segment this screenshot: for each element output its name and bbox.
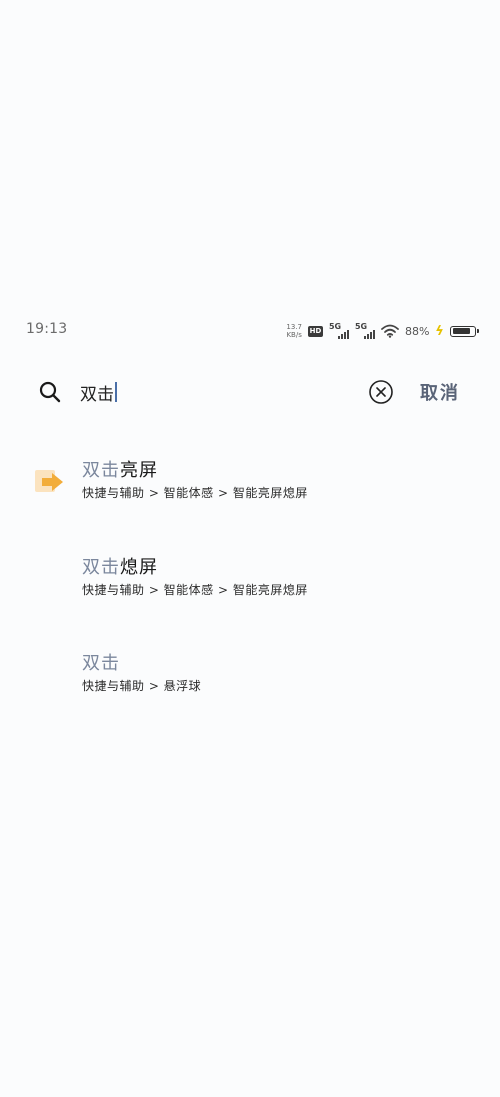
sim1-signal-icon: 5G — [329, 322, 349, 339]
search-result-item[interactable]: 双击熄屏 快捷与辅助 > 智能体感 > 智能亮屏熄屏 — [0, 555, 500, 625]
search-result-item[interactable]: 双击 快捷与辅助 > 悬浮球 — [0, 651, 500, 721]
search-bar: 双击 取消 — [0, 370, 500, 414]
text-caret — [115, 382, 117, 402]
result-title-match: 双击 — [82, 460, 120, 481]
result-title: 双击亮屏 — [82, 458, 158, 484]
status-time: 19:13 — [26, 321, 68, 337]
battery-percent: 88% — [404, 324, 430, 338]
network-speed: 13.7 KB/s — [286, 323, 302, 339]
battery-fill — [452, 328, 471, 334]
hd-volte-icon: HD — [307, 325, 323, 337]
search-input[interactable]: 双击 — [80, 378, 350, 406]
result-path: 快捷与辅助 > 智能体感 > 智能亮屏熄屏 — [82, 583, 308, 597]
search-result-item[interactable]: 双击亮屏 快捷与辅助 > 智能体感 > 智能亮屏熄屏 — [0, 458, 500, 528]
status-bar: 19:13 13.7 KB/s HD 5G 5G 88% ϟ — [0, 318, 500, 344]
sim2-signal-icon: 5G — [355, 322, 375, 339]
result-title-rest: 亮屏 — [120, 460, 158, 481]
search-query-text: 双击 — [80, 384, 114, 405]
result-title: 双击 — [82, 651, 120, 677]
search-icon — [39, 381, 61, 403]
quick-assist-arrow-icon — [35, 470, 63, 492]
status-icons: 13.7 KB/s HD 5G 5G 88% ϟ — [286, 321, 479, 341]
battery-icon — [450, 325, 479, 337]
clear-search-icon[interactable] — [368, 379, 394, 405]
hd-label: HD — [309, 327, 322, 335]
result-path: 快捷与辅助 > 悬浮球 — [82, 679, 202, 693]
network-speed-value: 13.7 — [286, 323, 302, 331]
result-path: 快捷与辅助 > 智能体感 > 智能亮屏熄屏 — [82, 486, 308, 500]
result-title-match: 双击 — [82, 653, 120, 674]
result-title-rest: 熄屏 — [120, 557, 158, 578]
wifi-icon — [381, 324, 399, 338]
cancel-button[interactable]: 取消 — [420, 378, 460, 406]
settings-search-screen: { "status_bar": { "time": "19:13", "net_… — [0, 0, 500, 1097]
result-title: 双击熄屏 — [82, 555, 158, 581]
result-title-match: 双击 — [82, 557, 120, 578]
charging-bolt-icon: ϟ — [434, 323, 446, 339]
network-speed-unit: KB/s — [286, 331, 302, 339]
